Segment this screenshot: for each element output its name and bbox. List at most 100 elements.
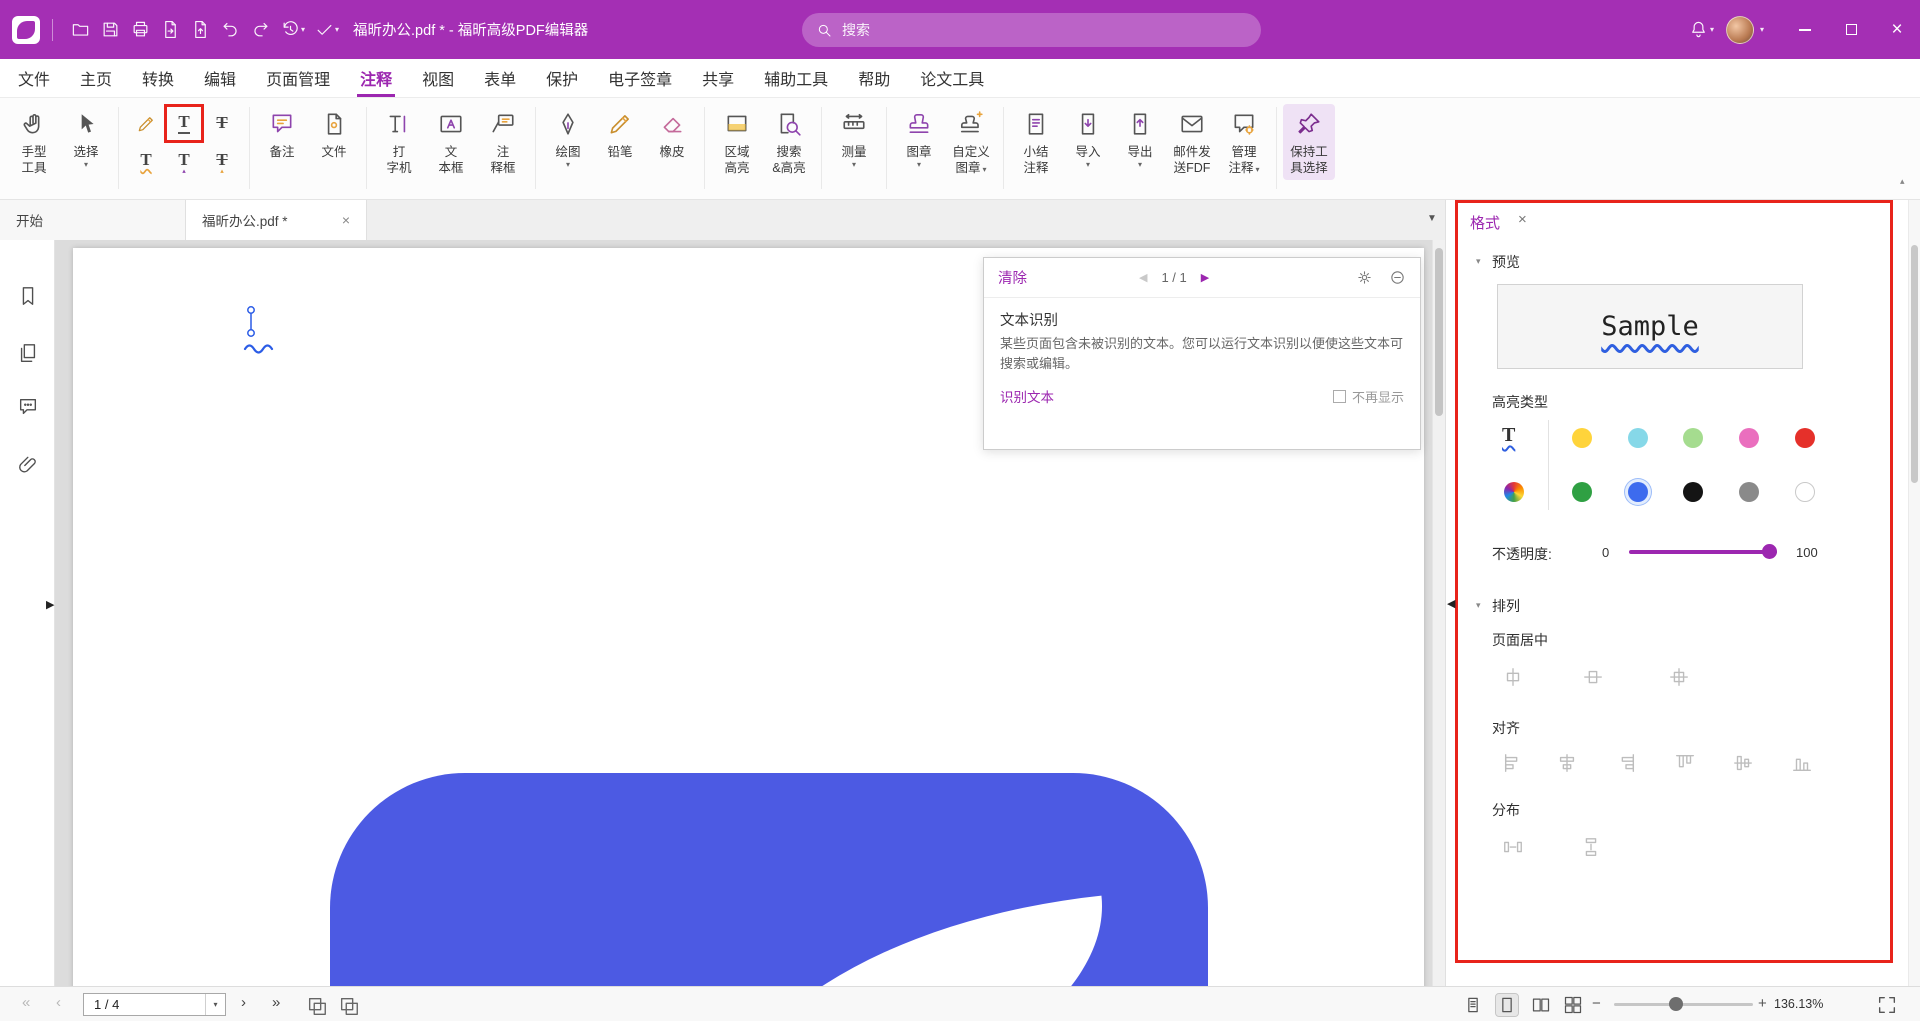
pages-panel-icon[interactable] [17,342,39,364]
menu-edit[interactable]: 编辑 [204,59,236,97]
panel-scrollbar[interactable] [1908,200,1920,986]
color-swatch-white[interactable] [1795,482,1815,502]
open-file-button[interactable] [65,15,95,45]
distribute-vertically-icon[interactable] [1580,836,1602,858]
center-horizontally-icon[interactable] [1502,666,1524,688]
tab-start[interactable]: 开始 [0,200,186,240]
distribute-horizontally-icon[interactable] [1502,836,1524,858]
menu-share[interactable]: 共享 [702,59,734,97]
format-panel-close-icon[interactable]: × [1518,211,1527,228]
menu-form[interactable]: 表单 [484,59,516,97]
document-viewport[interactable]: 清除 ◀ 1 / 1 ▶ 文本识别 某些页面包含未被识别的文本。您可以运行文本识… [55,240,1432,986]
export-comments-button[interactable]: 导出▾ [1114,104,1166,173]
document-scrollbar[interactable] [1432,240,1445,986]
color-swatch-green[interactable] [1572,482,1592,502]
close-button[interactable]: × [1874,0,1920,59]
callout-button[interactable]: 注释框 [477,104,529,180]
dont-show-again-checkbox[interactable] [1333,390,1346,403]
strikeout-tool[interactable]: T [203,105,241,142]
quick-export-button[interactable] [155,15,185,45]
share-document-button[interactable] [185,15,215,45]
summarize-comments-button[interactable]: 小结注释 [1010,104,1062,180]
color-wheel-picker-icon[interactable] [1504,482,1524,502]
view-facing-icon[interactable] [1530,994,1552,1016]
maximize-button[interactable] [1828,0,1874,59]
center-vertically-icon[interactable] [1582,666,1604,688]
opacity-slider-thumb[interactable] [1762,544,1777,559]
note-comment-button[interactable]: 备注 [256,104,308,163]
menu-home[interactable]: 主页 [80,59,112,97]
clear-button[interactable]: 清除 [998,267,1027,288]
highlight-tool[interactable] [127,105,165,142]
tab-document-active[interactable]: 福昕办公.pdf * × [186,200,367,240]
insert-text-tool[interactable]: T▴ [165,142,203,179]
minimize-button[interactable] [1782,0,1828,59]
select-tool-button[interactable]: 选择▾ [60,104,112,173]
rail-expand-icon[interactable]: ▶ [46,598,54,611]
file-attachment-button[interactable]: 文件 [308,104,360,163]
menu-convert[interactable]: 转换 [142,59,174,97]
keep-tool-selected-button[interactable]: 保持工具选择 [1283,104,1335,180]
bell-caret-icon[interactable]: ▾ [1710,25,1714,34]
manage-comments-button[interactable]: 管理注释▾ [1218,104,1270,180]
panel-scrollbar-thumb[interactable] [1911,245,1918,483]
view-continuous-icon[interactable] [1462,994,1484,1016]
user-avatar[interactable] [1726,16,1754,44]
import-comments-button[interactable]: 导入▾ [1062,104,1114,173]
next-page-icon[interactable]: › [241,994,246,1011]
recognize-text-link[interactable]: 识别文本 [1000,386,1054,406]
zoom-slider-thumb[interactable] [1669,997,1683,1011]
arrange-section-caret-icon[interactable]: ▾ [1476,600,1481,611]
color-swatch-pink[interactable] [1739,428,1759,448]
eraser-button[interactable]: 橡皮 [646,104,698,163]
menu-protect[interactable]: 保护 [546,59,578,97]
preview-section-caret-icon[interactable]: ▾ [1476,256,1481,267]
color-swatch-blue-selected[interactable] [1628,482,1648,502]
notification-settings-gear-icon[interactable] [1356,269,1373,286]
first-page-icon[interactable]: « [22,994,30,1011]
format-panel-tab[interactable]: 格式 [1470,212,1500,233]
attachments-panel-icon[interactable] [17,454,39,476]
current-markup-tool-icon[interactable]: T [1502,424,1515,447]
color-swatch-black[interactable] [1683,482,1703,502]
color-swatch-cyan[interactable] [1628,428,1648,448]
search-input[interactable]: 搜索 [802,13,1261,47]
bookmarks-panel-icon[interactable] [17,285,39,307]
align-left-icon[interactable] [1502,752,1524,774]
print-button[interactable] [125,15,155,45]
drawing-button[interactable]: 绘图▾ [542,104,594,173]
align-right-icon[interactable] [1615,752,1637,774]
notification-collapse-icon[interactable] [1389,269,1406,286]
comments-panel-icon[interactable] [17,396,39,418]
save-button[interactable] [95,15,125,45]
zoom-slider-track[interactable] [1614,1003,1753,1006]
underline-tool-selected[interactable]: T [165,105,203,142]
undo-button[interactable] [215,15,245,45]
align-center-icon[interactable] [1556,752,1578,774]
pager-next-icon[interactable]: ▶ [1201,271,1209,284]
menu-esign[interactable]: 电子签章 [608,59,672,97]
hand-tool-button[interactable]: 手型工具 [8,104,60,180]
avatar-caret-icon[interactable]: ▾ [1760,25,1764,34]
next-view-icon[interactable] [338,995,360,1017]
align-bottom-icon[interactable] [1791,752,1813,774]
squiggly-underline-tool[interactable]: T [127,142,165,179]
area-highlight-button[interactable]: 区域高亮 [711,104,763,180]
previous-view-icon[interactable] [306,995,328,1017]
view-single-page-icon[interactable] [1496,994,1518,1016]
align-top-icon[interactable] [1674,752,1696,774]
menu-comment[interactable]: 注释 [360,59,392,97]
menu-organize[interactable]: 页面管理 [266,59,330,97]
tab-close-icon[interactable]: × [342,212,350,228]
zoom-percentage[interactable]: 136.13% [1774,997,1823,1011]
typewriter-button[interactable]: 打字机 [373,104,425,180]
view-facing-continuous-icon[interactable] [1562,994,1584,1016]
menu-paper-tools[interactable]: 论文工具 [920,59,984,97]
center-both-icon[interactable] [1668,666,1690,688]
dismiss-option[interactable]: 不再显示 [1333,387,1404,406]
textbox-button[interactable]: 文本框 [425,104,477,180]
history-caret-icon[interactable]: ▾ [301,25,305,34]
stamp-button[interactable]: 图章▾ [893,104,945,173]
zoom-out-icon[interactable]: − [1592,995,1601,1012]
document-scrollbar-thumb[interactable] [1435,248,1443,416]
